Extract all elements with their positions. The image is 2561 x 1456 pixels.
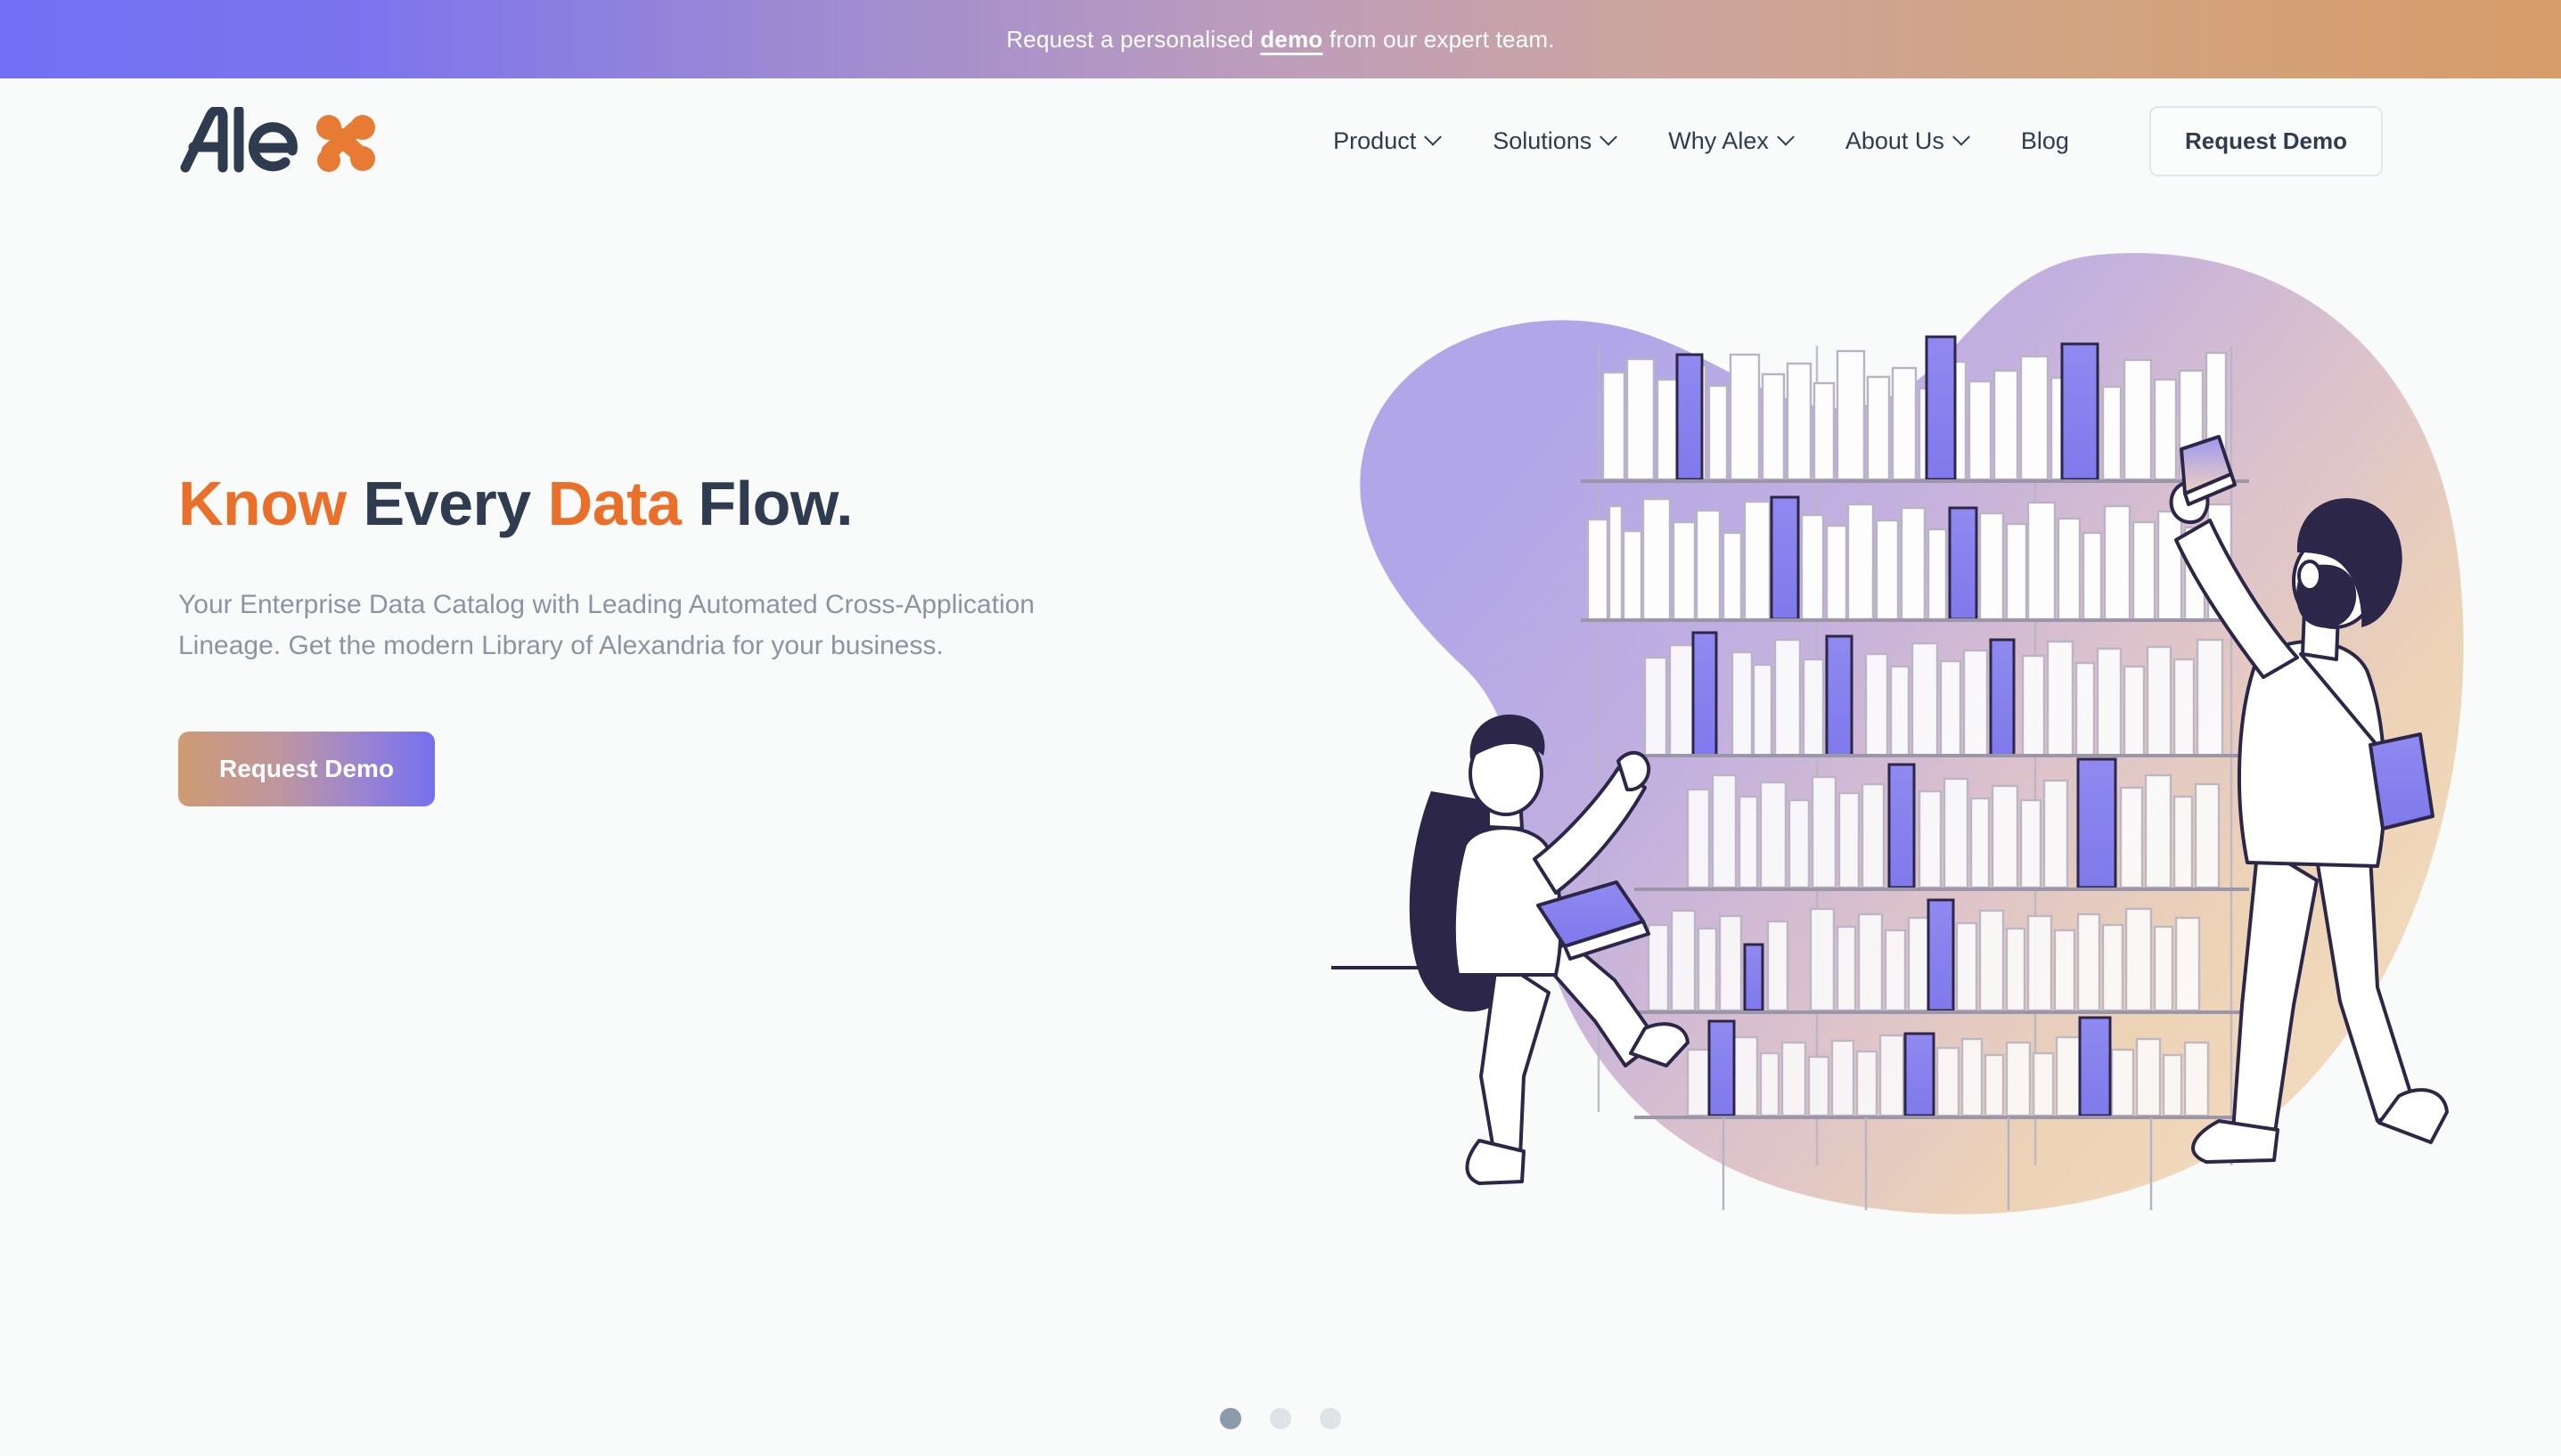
shelf-row-5	[1634, 898, 2249, 1014]
carousel-dot-3[interactable]	[1320, 1408, 1341, 1429]
hero-title-word-flow: Flow.	[698, 469, 854, 538]
bookshelf	[1581, 335, 2249, 1210]
alex-logo-svg	[180, 107, 375, 173]
promo-text-before: Request a personalised	[1006, 25, 1261, 53]
chevron-down-icon	[1424, 127, 1443, 146]
nav-item-blog[interactable]: Blog	[1994, 119, 2096, 164]
site-header: Product Solutions Why Alex About Us Blog…	[0, 78, 2561, 203]
hero-title-word-every: Every	[363, 469, 531, 538]
nav-item-blog-label: Blog	[2020, 127, 2069, 154]
shelf-row-3	[1625, 631, 2249, 757]
hero-request-demo-button[interactable]: Request Demo	[178, 731, 436, 806]
nav-item-why-alex[interactable]: Why Alex	[1641, 119, 1819, 164]
logo-alex[interactable]	[178, 105, 383, 176]
shelf-row-1	[1581, 335, 2249, 483]
hero-title-word-know: Know	[178, 469, 347, 538]
person-man-standing	[2169, 435, 2449, 1164]
chevron-down-icon	[1600, 127, 1618, 146]
chevron-down-icon	[1952, 127, 1970, 146]
promo-banner-text: Request a personalised demo from our exp…	[1006, 26, 1554, 53]
primary-navigation: Product Solutions Why Alex About Us Blog	[1306, 119, 2096, 164]
chevron-down-icon	[1776, 127, 1795, 146]
nav-item-solutions[interactable]: Solutions	[1466, 119, 1641, 164]
hero-title-word-data: Data	[547, 469, 682, 538]
hero-title: Know Every Data Flow.	[178, 470, 1230, 538]
nav-item-about-us-label: About Us	[1845, 127, 1944, 154]
promo-demo-link[interactable]: demo	[1260, 26, 1322, 53]
shelf-row-6	[1634, 1016, 2249, 1119]
background-blob	[1360, 253, 2464, 1215]
shelf-row-4	[1634, 757, 2249, 891]
shelf-row-2	[1581, 495, 2249, 622]
nav-item-why-alex-label: Why Alex	[1668, 127, 1769, 154]
library-bookshelf-illustration-svg	[1331, 253, 2464, 1215]
nav-item-product[interactable]: Product	[1306, 119, 1466, 164]
header-request-demo-button[interactable]: Request Demo	[2148, 105, 2383, 176]
hero-section: Know Every Data Flow. Your Enterprise Da…	[0, 203, 2561, 1456]
hero-illustration	[1331, 221, 2472, 1272]
nav-item-about-us[interactable]: About Us	[1819, 119, 1994, 164]
nav-item-solutions-label: Solutions	[1493, 127, 1592, 154]
carousel-dot-2[interactable]	[1270, 1408, 1291, 1429]
promo-banner: Request a personalised demo from our exp…	[0, 0, 2561, 78]
nav-item-product-label: Product	[1333, 127, 1417, 154]
hero-copy: Know Every Data Flow. Your Enterprise Da…	[178, 203, 1230, 1456]
person-woman-seated	[1409, 714, 1690, 1185]
hero-subtitle: Your Enterprise Data Catalog with Leadin…	[178, 589, 1035, 661]
carousel-dot-1[interactable]	[1220, 1408, 1241, 1429]
promo-text-after: from our expert team.	[1322, 25, 1555, 53]
hero-carousel-dots	[0, 1408, 2561, 1429]
